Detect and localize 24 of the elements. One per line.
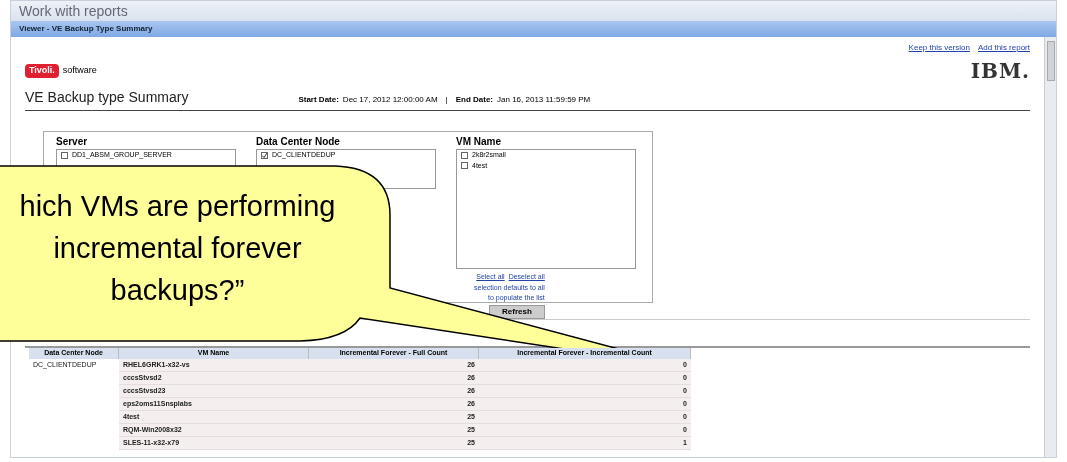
date-value: Jan 16, 2013 11:59:59 PM [497,94,591,106]
filter-label: VM Name [456,135,502,149]
report-title: VE Backup type Summary [25,88,189,107]
viewer-title: Viewer - VE Backup Type Summary [19,23,153,35]
callout-text: hich VMs are performing incremental forever backups?” [18,189,337,308]
checkbox[interactable] [61,151,68,159]
checkbox[interactable] [261,151,268,159]
date-label: End Date: [455,94,493,106]
toolbar-link[interactable]: Keep this version [908,42,970,54]
checkbox[interactable] [461,151,468,159]
date-separator: | [445,94,448,106]
date-value: Dec 17, 2012 12:00:00 AM [342,94,438,106]
brand-badge: Tivoli. [25,64,59,78]
toolbar-link[interactable]: Add this report [977,42,1030,54]
scrollbar[interactable] [1044,37,1056,457]
ibm-logo: IBM. [970,58,1030,85]
refresh-button[interactable]: Refresh [489,304,545,319]
date-label: Start Date: [298,94,339,106]
window-title: Work with reports [19,1,128,21]
filter-label: Server [56,135,89,149]
brand-text: software [62,64,97,78]
check-icon [262,152,267,158]
filter-label: Data Center Node [256,135,341,149]
checkbox[interactable] [461,162,468,170]
